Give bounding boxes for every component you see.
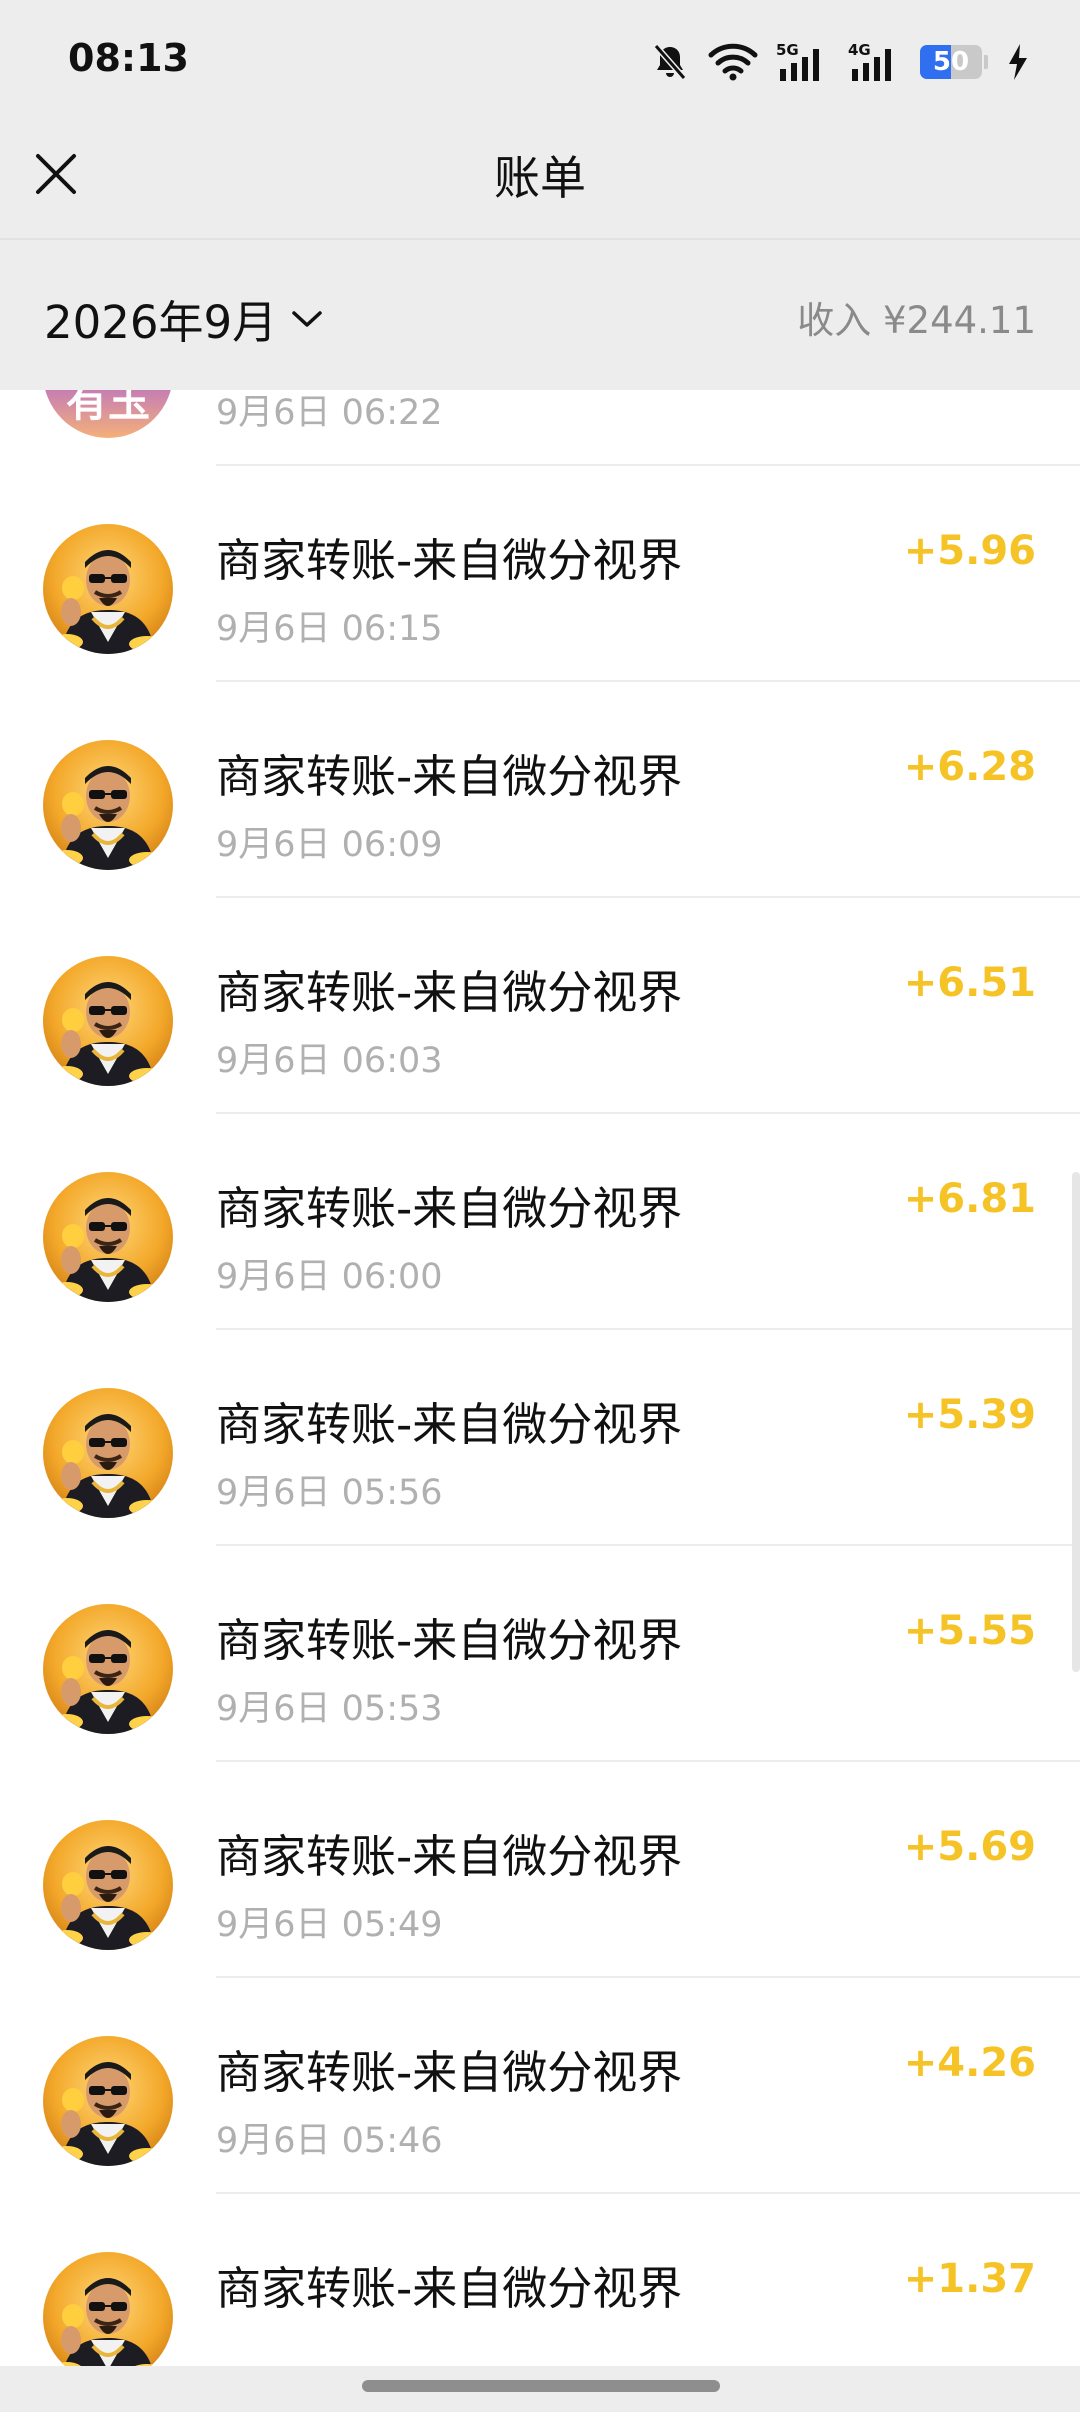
transaction-amount: +5.39 [903, 1392, 1036, 1438]
man-with-gold-avatar [43, 740, 173, 870]
man-with-gold-avatar [43, 1388, 173, 1518]
home-indicator[interactable] [362, 2380, 720, 2392]
svg-text:有玉: 有玉 [66, 390, 150, 426]
transaction-amount: +4.26 [903, 2040, 1036, 2086]
month-label: 2026年9月 [44, 296, 278, 349]
man-with-gold-avatar [43, 1820, 173, 1950]
wifi-icon [708, 42, 758, 82]
transaction-amount: +6.81 [903, 1176, 1036, 1222]
transaction-amount: +6.51 [903, 960, 1036, 1006]
transaction-title: 商家转账-来自微分视界 [216, 2046, 683, 2099]
transaction-row[interactable]: 年年 有玉 商家转账-来自微分视界9月6日 06:22+0.10 [0, 390, 1080, 466]
transaction-row[interactable]: 商家转账-来自微分视界 9月6日 05:56 +5.39 [0, 1330, 1080, 1546]
scrollbar[interactable] [1072, 1172, 1080, 1672]
signal-4g-icon: 4G [848, 41, 902, 83]
transaction-title: 商家转账-来自微分视界 [216, 1398, 683, 1451]
man-with-gold-avatar [43, 524, 173, 654]
svg-text:5G: 5G [776, 41, 799, 59]
charging-bolt-icon [1006, 42, 1030, 82]
transaction-row[interactable]: 商家转账-来自微分视界 9月6日 05:49 +5.69 [0, 1762, 1080, 1978]
nav-bar: 账单 [0, 122, 1080, 238]
transaction-amount: +5.96 [903, 528, 1036, 574]
man-with-gold-avatar [43, 1172, 173, 1302]
transaction-title: 商家转账-来自微分视界 [216, 1614, 683, 1667]
transaction-row[interactable]: 商家转账-来自微分视界 9月6日 06:00 +6.81 [0, 1114, 1080, 1330]
transaction-amount: +1.37 [903, 2256, 1036, 2302]
transaction-title: 商家转账-来自微分视界 [216, 1830, 683, 1883]
status-time: 08:13 [68, 36, 189, 80]
bell-muted-icon [650, 42, 690, 82]
transaction-time: 9月6日 06:15 [216, 609, 443, 649]
transaction-row[interactable]: 商家转账-来自微分视界 +1.37 [0, 2194, 1080, 2366]
bottom-bar [0, 2366, 1080, 2412]
transaction-title: 商家转账-来自微分视界 [216, 2262, 683, 2315]
transaction-time: 9月6日 05:46 [216, 2121, 443, 2161]
transaction-list[interactable]: 年年 有玉 商家转账-来自微分视界9月6日 06:22+0.10 商家转账-来自… [0, 390, 1080, 2366]
filter-bar: 2026年9月 收入 ¥244.11 [0, 240, 1080, 390]
page-title: 账单 [494, 151, 586, 205]
income-summary: 收入 ¥244.11 [797, 299, 1036, 342]
transaction-amount: +6.28 [903, 744, 1036, 790]
transaction-row[interactable]: 商家转账-来自微分视界 9月6日 06:03 +6.51 [0, 898, 1080, 1114]
transaction-title: 商家转账-来自微分视界 [216, 534, 683, 587]
svg-text:4G: 4G [848, 41, 871, 59]
status-icons: 5G 4G 50 [650, 38, 1030, 86]
battery-level: 50 [932, 47, 970, 77]
man-with-gold-avatar [43, 1604, 173, 1734]
transaction-row[interactable]: 商家转账-来自微分视界 9月6日 06:09 +6.28 [0, 682, 1080, 898]
yellow-red-avatar-text: 年年 有玉 [43, 390, 173, 438]
transaction-title: 商家转账-来自微分视界 [216, 966, 683, 1019]
transaction-time: 9月6日 06:22 [216, 393, 443, 433]
transaction-title: 商家转账-来自微分视界 [216, 1182, 683, 1235]
signal-5g-icon: 5G [776, 41, 830, 83]
transaction-row[interactable]: 商家转账-来自微分视界 9月6日 05:53 +5.55 [0, 1546, 1080, 1762]
transaction-time: 9月6日 05:53 [216, 1689, 443, 1729]
transaction-time: 9月6日 05:49 [216, 1905, 443, 1945]
man-with-gold-avatar [43, 2252, 173, 2366]
transaction-time: 9月6日 06:09 [216, 825, 443, 865]
chevron-down-icon [292, 310, 322, 327]
transaction-amount: +5.55 [903, 1608, 1036, 1654]
battery-indicator: 50 [920, 45, 988, 79]
transaction-time: 9月6日 06:03 [216, 1041, 443, 1081]
transaction-row[interactable]: 商家转账-来自微分视界 9月6日 05:46 +4.26 [0, 1978, 1080, 2194]
transaction-time: 9月6日 05:56 [216, 1473, 443, 1513]
transaction-amount: +5.69 [903, 1824, 1036, 1870]
man-with-gold-avatar [43, 2036, 173, 2166]
transaction-title: 商家转账-来自微分视界 [216, 750, 683, 803]
month-selector[interactable]: 2026年9月 [44, 286, 323, 351]
transaction-row[interactable]: 商家转账-来自微分视界 9月6日 06:15 +5.96 [0, 466, 1080, 682]
man-with-gold-avatar [43, 956, 173, 1086]
transaction-time: 9月6日 06:00 [216, 1257, 443, 1297]
status-bar: 08:13 5G 4G 50 [0, 0, 1080, 122]
